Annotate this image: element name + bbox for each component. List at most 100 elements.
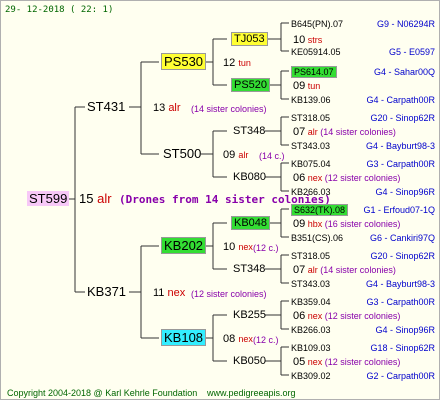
gen3-6-race: alr <box>307 265 318 275</box>
root-name[interactable]: ST599 <box>27 191 70 206</box>
gen2-3-gen: 10 <box>223 241 236 253</box>
gen2-node-2[interactable]: ST500 <box>163 147 201 160</box>
gen1-1-race: alr <box>168 102 181 114</box>
gen4-name-11[interactable]: ST318.05 <box>291 250 330 262</box>
gen3-5-note: (16 sister colonies) <box>324 219 401 229</box>
gen3-1-name[interactable]: TJ053 <box>231 32 268 46</box>
gen3-node-4[interactable]: KB080 <box>233 171 266 183</box>
gen4-ref-12: G4 - Bayburt98-3 <box>365 279 435 289</box>
gen3-node-7-info: 06 nex (12 sister colonies) <box>293 310 400 322</box>
gen3-7-gen: 06 <box>293 310 306 322</box>
gen4-name-8[interactable]: KB266.03 <box>291 186 331 198</box>
gen3-5-name[interactable]: KB048 <box>231 216 271 230</box>
gen3-5-gen: 09 <box>293 218 306 230</box>
gen2-3-race: nex <box>238 242 253 252</box>
gen4-name-9[interactable]: S632(TK).08 <box>291 204 349 216</box>
gen4-name-13[interactable]: KB359.04 <box>291 296 331 308</box>
root-node[interactable]: ST599 <box>27 191 70 206</box>
gen2-node-3[interactable]: KB202 <box>161 237 207 254</box>
gen3-7-race: nex <box>307 311 323 321</box>
gen2-node-2-info: 09 alr <box>223 149 248 161</box>
gen1-2-gen: 11 <box>153 287 165 299</box>
gen3-node-8-info: 05 nex (12 sister colonies) <box>293 356 400 368</box>
gen2-node-1[interactable]: PS530 <box>161 53 207 70</box>
gen4-ref-5: G20 - Sinop62R <box>370 113 435 123</box>
gen3-7-note: (12 sister colonies) <box>324 311 401 321</box>
gen4-ref-8: G4 - Sinop96R <box>375 187 435 197</box>
gen4-name-2[interactable]: KE05914.05 <box>291 46 341 58</box>
gen3-node-3[interactable]: ST348 <box>233 125 265 137</box>
gen4-name-15[interactable]: KB109.03 <box>291 342 331 354</box>
gen4-ref-16: G2 - Carpath00R <box>366 371 435 381</box>
gen3-3-note: (14 sister colonies) <box>320 127 396 137</box>
gen2-1-name[interactable]: PS530 <box>161 53 207 70</box>
gen4-ref-3: G4 - Sahar00Q <box>373 67 435 77</box>
footer-copyright: Copyright 2004-2018 @ Karl Kehrle Founda… <box>7 388 198 398</box>
gen4-name-16[interactable]: KB309.02 <box>291 370 331 382</box>
gen3-node-5-info: 09 hbx (16 sister colonies) <box>293 218 400 230</box>
gen4-name-6[interactable]: ST343.03 <box>291 140 330 152</box>
gen3-2-race: tun <box>307 81 321 91</box>
gen3-node-1-info: 10 strs <box>293 34 322 46</box>
gen2-node-2-note: (14 c.) <box>259 151 285 161</box>
pedigree-canvas: 29- 12-2018 ( 22: 1) ST599 15 alr (Drone… <box>0 0 440 400</box>
gen1-node-2[interactable]: KB371 <box>87 285 126 298</box>
gen3-node-6[interactable]: ST348 <box>233 263 265 275</box>
gen4-name-1[interactable]: B645(PN).07 <box>291 18 343 30</box>
gen3-1-gen: 10 <box>293 34 306 46</box>
gen3-4-note: (12 sister colonies) <box>324 173 401 183</box>
gen2-1-race: tun <box>238 58 251 68</box>
gen3-3-race: alr <box>307 127 318 137</box>
gen4-name-10[interactable]: B351(CS).06 <box>291 232 343 244</box>
gen4-ref-2: G5 - E0597 <box>388 47 435 57</box>
gen3-node-1[interactable]: TJ053 <box>231 32 268 46</box>
gen3-8-race: nex <box>307 357 323 367</box>
gen4-ref-1: G9 - N06294R <box>376 19 435 29</box>
gen2-3-name[interactable]: KB202 <box>161 237 207 254</box>
gen1-node-2-info: 11 nex <box>153 287 185 299</box>
gen4-name-14[interactable]: KB266.03 <box>291 324 331 336</box>
gen4-name-5[interactable]: ST318.05 <box>291 112 330 124</box>
gen3-node-6-info: 07 alr (14 sister colonies) <box>293 264 396 276</box>
gen1-node-1-info: 13 alr <box>153 102 181 114</box>
gen4-ref-4: G4 - Carpath00R <box>366 95 435 105</box>
gen4-ref-15: G18 - Sinop62R <box>370 343 435 353</box>
gen3-node-7[interactable]: KB255 <box>233 309 266 321</box>
gen2-2-race: alr <box>238 150 249 160</box>
gen2-node-3-note: (12 c.) <box>253 243 279 253</box>
gen3-node-8[interactable]: KB050 <box>233 355 266 367</box>
gen1-1-gen: 13 <box>153 102 166 114</box>
gen4-ref-7: G3 - Carpath00R <box>366 159 435 169</box>
root-info: 15 alr <box>79 192 112 205</box>
gen2-4-race: nex <box>238 334 253 344</box>
gen4-name-7[interactable]: KB075.04 <box>291 158 331 170</box>
gen4-ref-11: G20 - Sinop62R <box>370 251 435 261</box>
gen3-node-2[interactable]: PS520 <box>231 78 271 92</box>
gen3-5-race: hbx <box>307 219 323 229</box>
gen3-2-name[interactable]: PS520 <box>231 78 271 92</box>
footer-website[interactable]: www.pedigreeapis.org <box>207 387 296 399</box>
gen4-name-12[interactable]: ST343.03 <box>291 278 330 290</box>
gen3-3-gen: 07 <box>293 126 306 138</box>
gen3-4-race: nex <box>307 173 323 183</box>
gen2-2-gen: 09 <box>223 149 236 161</box>
gen3-node-3-info: 07 alr (14 sister colonies) <box>293 126 396 138</box>
gen3-8-gen: 05 <box>293 356 306 368</box>
gen4-name-4[interactable]: KB139.06 <box>291 94 331 106</box>
gen3-node-4-info: 06 nex (12 sister colonies) <box>293 172 400 184</box>
gen2-4-gen: 08 <box>223 333 236 345</box>
gen1-node-1[interactable]: ST431 <box>87 100 125 113</box>
gen2-4-name[interactable]: KB108 <box>161 329 207 346</box>
gen4-9-name[interactable]: S632(TK).08 <box>291 204 349 216</box>
gen3-node-5[interactable]: KB048 <box>231 216 271 230</box>
gen4-3-name[interactable]: PS614.07 <box>291 66 337 78</box>
gen3-6-note: (14 sister colonies) <box>320 265 396 275</box>
gen2-node-3-info: 10 nex <box>223 241 253 253</box>
gen2-node-4[interactable]: KB108 <box>161 329 207 346</box>
gen1-node-2-note: (12 sister colonies) <box>191 289 267 299</box>
gen4-ref-9: G1 - Erfoud07-1Q <box>363 205 435 215</box>
gen1-2-race: nex <box>167 287 186 299</box>
gen4-name-3[interactable]: PS614.07 <box>291 66 337 78</box>
gen2-node-1-info-visible: 12 tun <box>223 57 251 69</box>
gen3-2-gen: 09 <box>293 80 306 92</box>
